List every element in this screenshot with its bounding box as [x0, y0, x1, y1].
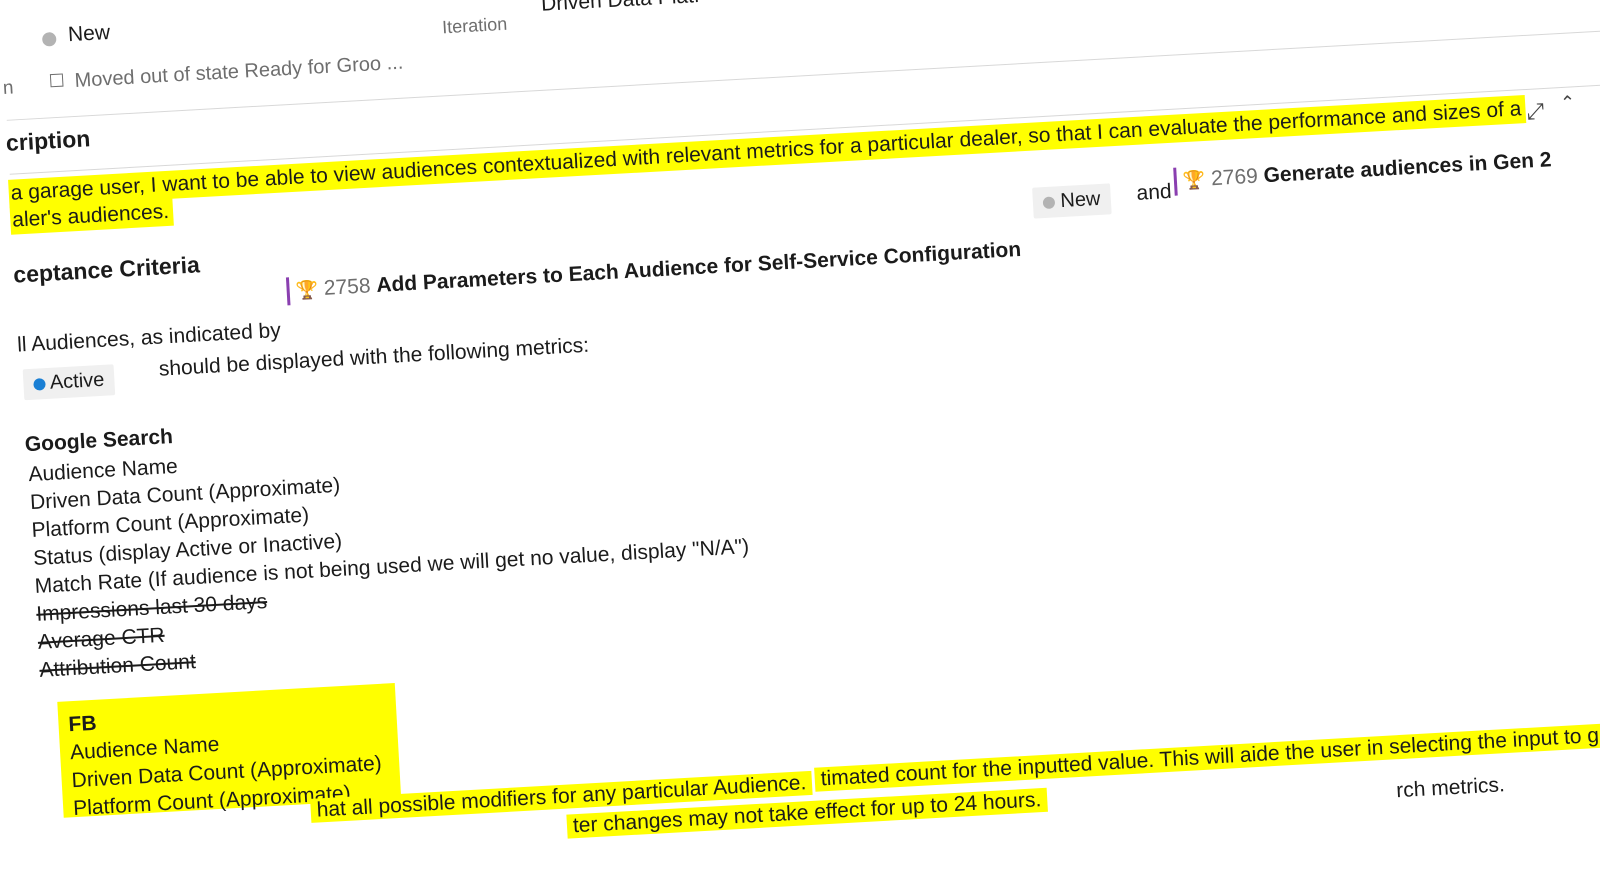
left-field-label-fragment: n [2, 77, 15, 99]
ref-title: Add Parameters to Each Audience for Self… [375, 237, 1022, 297]
work-item-ref-2769[interactable]: 🏆 2769 Generate audiences in Gen 2 [1173, 147, 1552, 196]
intro-prefix: ll Audiences, as indicated by [16, 318, 282, 357]
active-state-chip: Active [22, 364, 116, 401]
acceptance-title: ceptance Criteria [12, 251, 201, 288]
iteration-value[interactable]: Driven Data Platf [540, 0, 700, 17]
state-value[interactable]: New [67, 21, 110, 47]
trophy-icon: 🏆 [1182, 169, 1206, 191]
ref-bar [1173, 167, 1178, 196]
ref-title: Generate audiences in Gen 2 [1262, 148, 1553, 188]
state-dot [41, 30, 57, 49]
ref-number: 2769 [1210, 164, 1259, 191]
active-dot [33, 377, 46, 391]
expand-icon[interactable]: ⤢ [1526, 98, 1545, 125]
ref-number: 2758 [323, 274, 372, 300]
google-metric-list: Audience Name Driven Data Count (Approxi… [28, 421, 755, 685]
state-reason[interactable]: Moved out of state Ready for Groo ... [74, 52, 404, 93]
state-dot [1042, 196, 1056, 209]
and-text: and [1135, 179, 1173, 205]
google-heading: Google Search [24, 425, 174, 457]
trophy-icon: 🏆 [295, 279, 319, 301]
iteration-label: Iteration [441, 13, 508, 38]
description-line-1: a garage user, I want to be able to view… [8, 95, 1527, 208]
chevron-up-icon[interactable]: ⌃ [1560, 92, 1576, 114]
ref-bar [285, 277, 291, 306]
work-item-ref-2758[interactable]: 🏆 2758 Add Parameters to Each Audience f… [285, 236, 1022, 306]
lock-icon: ☐ [48, 70, 66, 92]
description-title: cription [5, 125, 91, 156]
ref-state-value: New [1059, 187, 1102, 213]
work-item-canvas: New n ☐ Moved out of state Ready for Gro… [0, 0, 1600, 839]
bottom-line-4: rch metrics. [1395, 773, 1506, 803]
active-state-value: Active [49, 368, 105, 394]
ref-state-chip: New [1032, 183, 1112, 219]
